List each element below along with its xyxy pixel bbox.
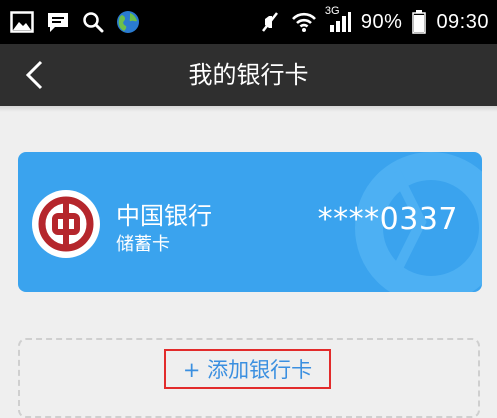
status-bar: 3G 90% 09:30: [0, 0, 497, 44]
bank-of-china-logo: [32, 190, 100, 258]
add-bank-card-button[interactable]: + 添加银行卡: [164, 349, 331, 389]
bank-card[interactable]: 中国银行 储蓄卡 ****0337: [18, 152, 482, 292]
nav-bar: 我的银行卡: [0, 44, 497, 106]
card-type: 储蓄卡: [116, 234, 170, 255]
globe-icon: [116, 10, 140, 34]
search-icon: [82, 11, 104, 33]
clock: 09:30: [436, 10, 489, 33]
battery-percent: 90%: [360, 10, 403, 33]
image-icon: [10, 11, 34, 33]
signal-indicator: 3G: [325, 5, 351, 33]
message-icon: [46, 11, 70, 33]
status-bar-left: [10, 0, 140, 44]
mute-icon: [259, 10, 281, 34]
card-number: ****0337: [317, 202, 458, 237]
bank-name: 中国银行: [116, 202, 212, 230]
wifi-icon: [291, 11, 317, 33]
battery-icon: [412, 10, 427, 34]
status-bar-right: 3G 90% 09:30: [259, 0, 489, 44]
nav-shadow: [0, 106, 497, 112]
page-title: 我的银行卡: [188, 61, 309, 89]
network-type-label: 3G: [324, 5, 340, 17]
